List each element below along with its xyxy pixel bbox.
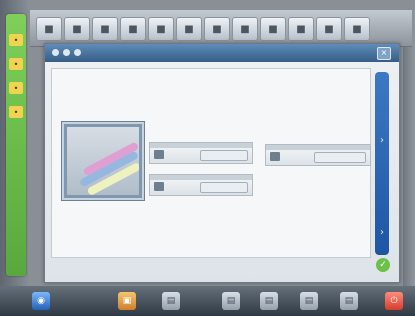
nav-home-icon[interactable] <box>74 48 81 56</box>
toolbar-icon-5[interactable]: ■ <box>148 17 174 41</box>
dock-power-icon[interactable]: ⏻ <box>385 292 403 310</box>
dialog-title <box>183 47 261 58</box>
dock-document-icon-4[interactable]: ▤ <box>300 292 318 310</box>
dock-folder-icon-1[interactable]: ▣ <box>118 292 136 310</box>
main-dialog: × › › ✓ <box>44 43 400 283</box>
scroll-up-icon[interactable]: › <box>378 134 386 148</box>
scroll-down-icon[interactable]: › <box>378 226 386 240</box>
dock-document-icon-1[interactable]: ▤ <box>162 292 180 310</box>
footer-label <box>180 257 202 267</box>
top-toolbar: ■ ■ ■ ■ ■ ■ ■ ■ ■ ■ ■ ■ <box>30 10 412 47</box>
bottom-dock: ◉ ▣ ▤ ▤ ▤ ▤ ▤ ⏻ <box>0 286 415 316</box>
toolbar-icon-8[interactable]: ■ <box>232 17 258 41</box>
dialog-header: × <box>45 44 399 62</box>
rail-pin-icon[interactable]: • <box>9 34 23 46</box>
toolbar-icon-1[interactable]: ■ <box>36 17 62 41</box>
scrollbar[interactable]: › › <box>375 72 389 255</box>
dock-document-icon-5[interactable]: ▤ <box>340 292 358 310</box>
preview-thumbnail <box>61 121 145 201</box>
toolbar-icon-2[interactable]: ■ <box>64 17 90 41</box>
toolbar-icon-3[interactable]: ■ <box>92 17 118 41</box>
option-card-1-icon <box>154 150 164 159</box>
option-card-2-icon <box>154 182 164 191</box>
dialog-workarea <box>51 68 371 258</box>
option-card-3-icon <box>270 152 280 161</box>
option-card-2-header <box>150 175 252 180</box>
confirm-icon[interactable]: ✓ <box>376 258 390 272</box>
desktop-right-edge <box>403 10 415 306</box>
option-card-1[interactable] <box>149 142 253 164</box>
option-card-2-button[interactable] <box>200 182 248 193</box>
toolbar-icon-6[interactable]: ■ <box>176 17 202 41</box>
left-rail: • • • • <box>6 14 26 276</box>
toolbar-icon-11[interactable]: ■ <box>316 17 342 41</box>
toolbar-icon-10[interactable]: ■ <box>288 17 314 41</box>
nav-back-icon[interactable] <box>52 48 59 56</box>
close-icon[interactable]: × <box>377 47 391 60</box>
rail-cross-icon[interactable]: • <box>9 82 23 94</box>
toolbar-icon-9[interactable]: ■ <box>260 17 286 41</box>
rail-dot-icon[interactable]: • <box>9 106 23 118</box>
dock-document-icon-2[interactable]: ▤ <box>222 292 240 310</box>
option-card-3[interactable] <box>265 144 371 166</box>
dock-globe-icon[interactable]: ◉ <box>32 292 50 310</box>
option-card-1-header <box>150 143 252 148</box>
option-card-2[interactable] <box>149 174 253 196</box>
nav-forward-icon[interactable] <box>63 48 70 56</box>
dock-document-icon-3[interactable]: ▤ <box>260 292 278 310</box>
toolbar-icon-4[interactable]: ■ <box>120 17 146 41</box>
option-card-1-button[interactable] <box>200 150 248 161</box>
toolbar-icon-7[interactable]: ■ <box>204 17 230 41</box>
toolbar-icon-12[interactable]: ■ <box>344 17 370 41</box>
dialog-nav-icons <box>52 46 92 58</box>
option-card-3-button[interactable] <box>314 152 366 163</box>
rail-star-icon[interactable]: • <box>9 58 23 70</box>
option-card-3-header <box>266 145 370 150</box>
preview-image <box>67 127 139 195</box>
